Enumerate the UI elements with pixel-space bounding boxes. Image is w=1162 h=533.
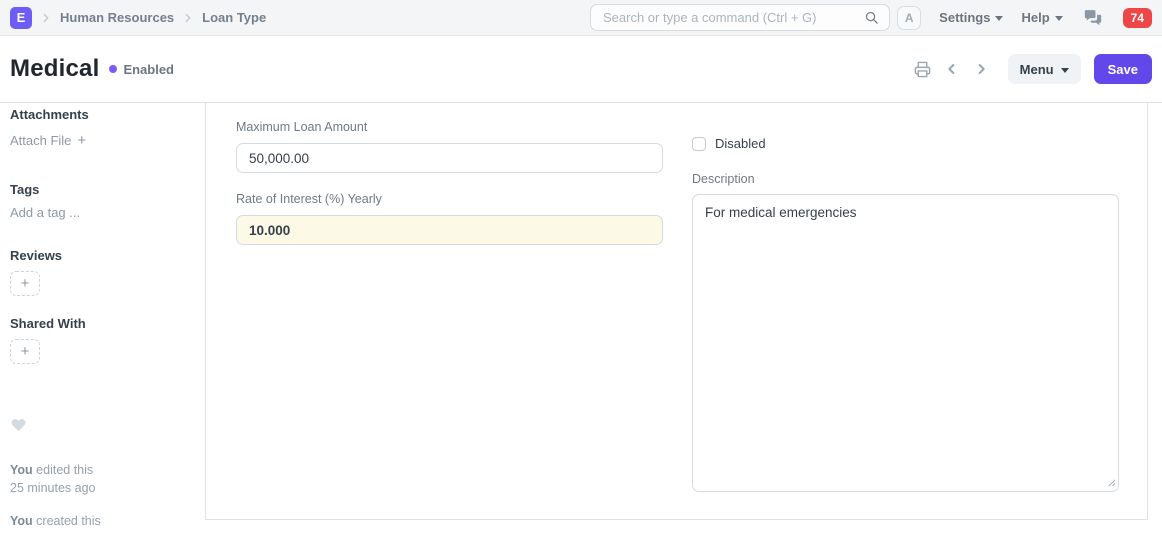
- chevron-right-icon: [39, 11, 53, 25]
- timeline-who: You: [10, 514, 33, 528]
- global-search[interactable]: [590, 4, 890, 31]
- status-label: Enabled: [123, 62, 174, 77]
- menu-button-label: Menu: [1020, 62, 1054, 77]
- save-button[interactable]: Save: [1094, 54, 1152, 84]
- notification-badge[interactable]: 74: [1123, 8, 1152, 28]
- status-badge: Enabled: [109, 62, 174, 77]
- timeline-action: created this: [36, 514, 101, 528]
- form-column-left: Maximum Loan Amount Rate of Interest (%)…: [236, 120, 663, 519]
- breadcrumb-module[interactable]: Human Resources: [60, 10, 174, 25]
- search-input[interactable]: [603, 10, 862, 25]
- plus-icon: +: [21, 343, 30, 360]
- rate-of-interest-input[interactable]: [236, 215, 663, 245]
- user-avatar[interactable]: A: [897, 6, 921, 30]
- description-textarea[interactable]: For medical emergencies: [692, 194, 1119, 492]
- search-icon: [862, 8, 881, 27]
- heart-icon: [10, 417, 27, 433]
- share-button[interactable]: +: [10, 339, 40, 364]
- attach-file-label: Attach File: [10, 133, 71, 148]
- disabled-checkbox[interactable]: [692, 137, 706, 151]
- attachments-section-title: Attachments: [10, 107, 195, 122]
- rate-of-interest-label: Rate of Interest (%) Yearly: [236, 192, 663, 206]
- app-logo[interactable]: E: [10, 7, 32, 29]
- maximum-loan-amount-label: Maximum Loan Amount: [236, 120, 663, 134]
- disabled-checkbox-label[interactable]: Disabled: [715, 136, 766, 151]
- chevron-down-icon: [995, 16, 1003, 21]
- chevron-right-icon: [181, 11, 195, 25]
- chevron-down-icon: [1061, 68, 1069, 73]
- settings-label: Settings: [939, 10, 990, 25]
- help-menu[interactable]: Help: [1021, 10, 1062, 25]
- status-dot-icon: [109, 65, 117, 73]
- form-body: Maximum Loan Amount Rate of Interest (%)…: [205, 103, 1148, 520]
- timeline-entry: You created this 25 minutes ago: [10, 513, 195, 533]
- plus-icon: +: [21, 275, 30, 292]
- add-tag-input[interactable]: Add a tag ...: [10, 205, 195, 220]
- reviews-section-title: Reviews: [10, 248, 195, 263]
- page-header: Medical Enabled Menu Save: [0, 36, 1162, 103]
- page-title: Medical: [10, 55, 99, 83]
- timeline-entry: You edited this 25 minutes ago: [10, 462, 195, 497]
- attach-file-button[interactable]: Attach File +: [10, 132, 195, 149]
- tags-section-title: Tags: [10, 182, 195, 197]
- chevron-down-icon: [1055, 16, 1063, 21]
- maximum-loan-amount-input[interactable]: [236, 143, 663, 173]
- breadcrumb-doctype[interactable]: Loan Type: [202, 10, 266, 25]
- like-button[interactable]: [10, 417, 195, 438]
- add-review-button[interactable]: +: [10, 271, 40, 296]
- shared-with-section-title: Shared With: [10, 316, 195, 331]
- description-label: Description: [692, 172, 1119, 186]
- timeline-when: 25 minutes ago: [10, 480, 195, 498]
- print-icon[interactable]: [912, 59, 933, 80]
- form-column-right: Disabled Description For medical emergen…: [692, 120, 1119, 519]
- help-label: Help: [1021, 10, 1049, 25]
- chat-icon[interactable]: [1081, 7, 1105, 29]
- menu-button[interactable]: Menu: [1008, 54, 1081, 84]
- form-sidebar: Attachments Attach File + Tags Add a tag…: [0, 103, 205, 533]
- timeline-action: edited this: [36, 463, 93, 477]
- timeline-who: You: [10, 463, 33, 477]
- prev-document-icon[interactable]: [942, 59, 962, 79]
- plus-icon: +: [77, 132, 86, 149]
- navbar: E Human Resources Loan Type A Settings H…: [0, 0, 1162, 36]
- next-document-icon[interactable]: [971, 59, 991, 79]
- settings-menu[interactable]: Settings: [939, 10, 1003, 25]
